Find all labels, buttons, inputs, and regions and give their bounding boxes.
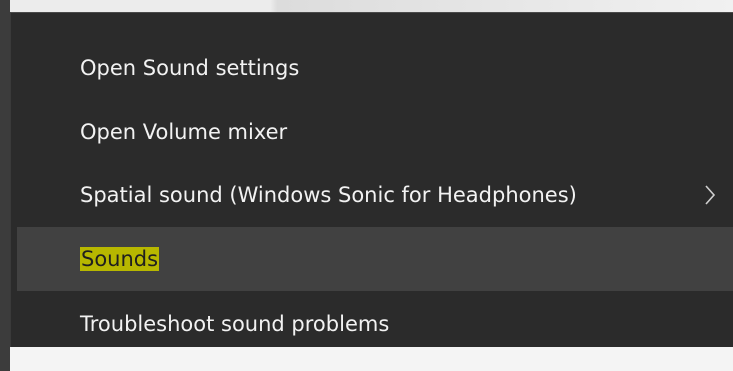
menu-item-open-volume-mixer[interactable]: Open Volume mixer [17,100,733,164]
chevron-right-icon [705,185,716,205]
sound-context-menu: Open Sound settings Open Volume mixer Sp… [10,12,733,347]
menu-item-label: Open Volume mixer [80,120,288,144]
menu-item-spatial-sound[interactable]: Spatial sound (Windows Sonic for Headpho… [17,163,733,227]
menu-item-open-sound-settings[interactable]: Open Sound settings [17,36,733,100]
backdrop-bottom-left-edge [0,347,10,371]
menu-item-label: Open Sound settings [80,56,300,80]
menu-item-label: Troubleshoot sound problems [80,312,390,336]
backdrop-bottom-edge [0,347,733,371]
backdrop-left-edge [0,0,10,371]
backdrop-top-edge [10,0,733,12]
menu-item-label: Spatial sound (Windows Sonic for Headpho… [80,183,577,207]
menu-item-sounds[interactable]: Sounds [17,227,733,291]
menu-item-label: Sounds [80,247,160,271]
